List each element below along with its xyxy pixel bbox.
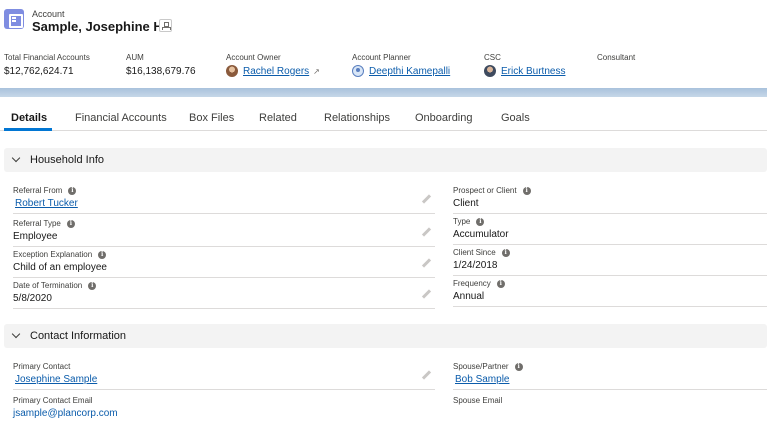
field-label: Referral Type (13, 219, 61, 228)
info-icon[interactable]: i (88, 281, 97, 290)
field-label: Date of Termination (13, 281, 83, 290)
spouse-partner-link[interactable]: Bob Sample (455, 374, 509, 385)
highlight-label: Total Financial Accounts (4, 53, 90, 62)
highlight-label: Account Owner (226, 53, 281, 62)
info-icon[interactable]: i (66, 219, 75, 228)
tab-box-files[interactable]: Box Files (189, 112, 234, 124)
section-household-info[interactable]: Household Info (4, 148, 767, 172)
field-value: 5/8/2020 (13, 293, 52, 304)
pencil-icon[interactable] (422, 290, 431, 299)
avatar (484, 65, 496, 77)
pencil-icon[interactable] (422, 195, 431, 204)
tab-relationships[interactable]: Relationships (324, 112, 390, 124)
csc-link[interactable]: Erick Burtness (501, 66, 565, 77)
field-label: Exception Explanation (13, 250, 93, 259)
field-label: Prospect or Client (453, 186, 517, 195)
highlight-label: Consultant (597, 53, 636, 62)
tab-related[interactable]: Related (259, 112, 297, 124)
field-label: Type (453, 217, 471, 226)
highlight-value: $12,762,624.71 (4, 66, 74, 77)
field-value: Accumulator (453, 229, 509, 240)
field-label: Spouse Email (453, 396, 503, 405)
info-icon[interactable]: i (476, 217, 485, 226)
chevron-down-icon (11, 153, 21, 163)
field-label: Referral From (13, 186, 63, 195)
hierarchy-icon[interactable] (159, 19, 172, 32)
field-spouse-email: Spouse Email (453, 393, 767, 424)
tab-goals[interactable]: Goals (501, 112, 530, 124)
highlight-account-owner: Account Owner Rachel Rogers ↗ (226, 53, 320, 77)
info-icon[interactable]: i (68, 186, 77, 195)
active-tab-indicator (4, 128, 52, 131)
record-header: Account Sample, Josephine HH Total Finan… (0, 0, 767, 90)
field-prospect-or-client: Prospect or Client i Client (453, 183, 767, 214)
account-owner-link[interactable]: Rachel Rogers (243, 66, 309, 77)
field-label: Client Since (453, 248, 496, 257)
field-exception-explanation: Exception Explanation i Child of an emplo… (13, 247, 435, 278)
field-frequency: Frequency i Annual (453, 276, 767, 307)
pencil-icon[interactable] (422, 259, 431, 268)
field-value: Annual (453, 291, 485, 302)
highlight-total-financial-accounts: Total Financial Accounts $12,762,624.71 (4, 53, 90, 77)
field-value: 1/24/2018 (453, 260, 498, 271)
info-icon[interactable]: i (496, 279, 505, 288)
object-label: Account (32, 9, 65, 19)
info-icon[interactable]: i (501, 248, 510, 257)
section-title: Contact Information (30, 330, 126, 342)
section-title: Household Info (30, 154, 104, 166)
field-value: Employee (13, 231, 58, 242)
field-client-since: Client Since i 1/24/2018 (453, 245, 767, 276)
pencil-icon[interactable] (422, 228, 431, 237)
account-planner-link[interactable]: Deepthi Kamepalli (369, 66, 450, 77)
primary-contact-email-link[interactable]: jsample@plancorp.com (13, 408, 118, 419)
field-date-of-termination: Date of Termination i 5/8/2020 (13, 278, 435, 309)
info-icon[interactable]: i (522, 186, 531, 195)
primary-contact-link[interactable]: Josephine Sample (15, 374, 97, 385)
avatar (226, 65, 238, 77)
highlight-label: CSC (484, 53, 501, 62)
referral-from-link[interactable]: Robert Tucker (15, 198, 78, 209)
field-spouse-partner: Spouse/Partner i Bob Sample (453, 359, 767, 390)
highlight-csc: CSC Erick Burtness (484, 53, 565, 77)
highlight-aum: AUM $16,138,679.76 (126, 53, 196, 77)
field-label: Frequency (453, 279, 491, 288)
highlight-value: $16,138,679.76 (126, 66, 196, 77)
record-tabs: Details Financial Accounts Box Files Rel… (0, 106, 767, 131)
field-label: Spouse/Partner (453, 362, 509, 371)
tab-onboarding[interactable]: Onboarding (415, 112, 473, 124)
chevron-down-icon (11, 329, 21, 339)
pencil-icon[interactable] (422, 371, 431, 380)
field-referral-from: Referral From i Robert Tucker (13, 183, 435, 214)
info-icon[interactable]: i (514, 362, 523, 371)
field-primary-contact-email: Primary Contact Email jsample@plancorp.c… (13, 393, 435, 424)
field-value: Client (453, 198, 479, 209)
tab-details[interactable]: Details (11, 112, 47, 124)
highlight-consultant: Consultant (597, 53, 635, 66)
change-owner-icon[interactable]: ↗ (313, 67, 320, 76)
highlight-account-planner: Account Planner Deepthi Kamepalli (352, 53, 450, 77)
field-primary-contact: Primary Contact Josephine Sample (13, 359, 435, 390)
record-name: Sample, Josephine HH (32, 19, 173, 34)
account-icon (4, 9, 24, 29)
highlight-label: Account Planner (352, 53, 411, 62)
highlight-label: AUM (126, 53, 144, 62)
info-icon[interactable]: i (98, 250, 107, 259)
header-divider (0, 88, 767, 97)
section-contact-information[interactable]: Contact Information (4, 324, 767, 348)
avatar (352, 65, 364, 77)
field-referral-type: Referral Type i Employee (13, 216, 435, 247)
field-label: Primary Contact (13, 362, 71, 371)
field-label: Primary Contact Email (13, 396, 93, 405)
field-value: Child of an employee (13, 262, 107, 273)
field-type: Type i Accumulator (453, 214, 767, 245)
tab-financial-accounts[interactable]: Financial Accounts (75, 112, 167, 124)
